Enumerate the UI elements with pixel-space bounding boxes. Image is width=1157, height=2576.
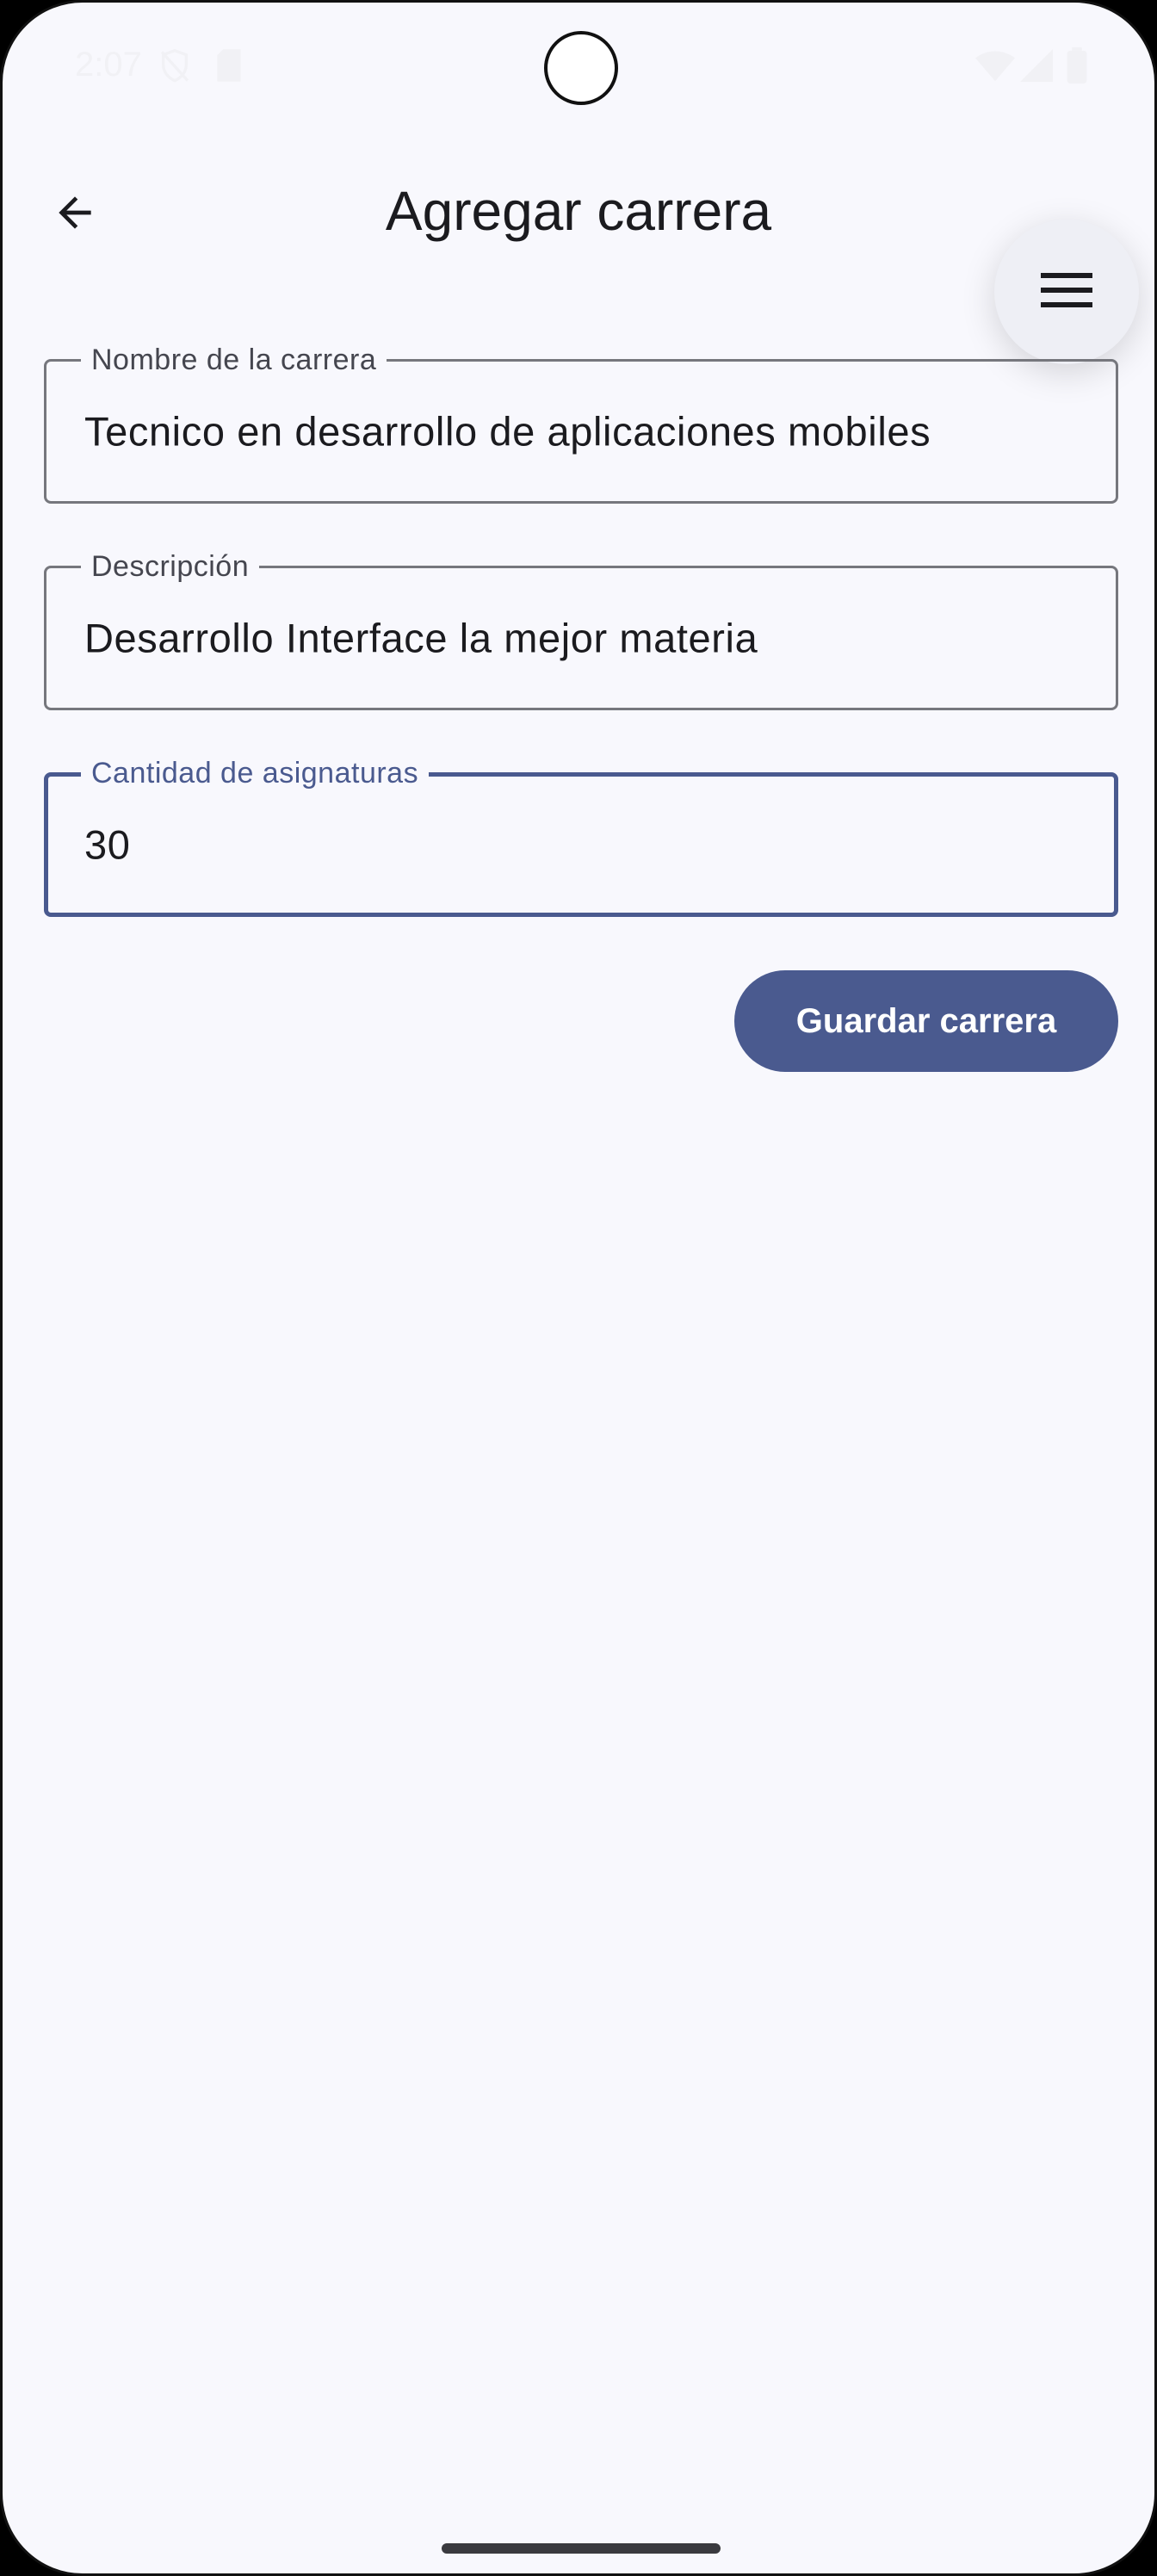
menu-button[interactable] bbox=[994, 220, 1139, 364]
phone-screen: 2:07 Agregar carrera Nombre de la carrer… bbox=[0, 0, 1157, 2576]
career-name-label: Nombre de la carrera bbox=[81, 341, 387, 379]
subjects-count-value: 30 bbox=[84, 821, 131, 868]
description-label: Descripción bbox=[81, 548, 260, 585]
description-field[interactable]: Descripción Desarrollo Interface la mejo… bbox=[44, 548, 1118, 710]
career-name-field[interactable]: Nombre de la carrera Tecnico en desarrol… bbox=[44, 341, 1118, 504]
camera-cutout bbox=[544, 31, 618, 105]
page-title: Agregar carrera bbox=[385, 180, 772, 242]
menu-icon bbox=[1041, 271, 1092, 313]
home-indicator[interactable] bbox=[442, 2543, 721, 2554]
career-name-value: Tecnico en desarrollo de aplicaciones mo… bbox=[84, 408, 931, 455]
battery-icon bbox=[1067, 47, 1087, 88]
subjects-count-label: Cantidad de asignaturas bbox=[81, 754, 430, 792]
subjects-count-field[interactable]: Cantidad de asignaturas 30 bbox=[44, 754, 1118, 917]
save-career-button[interactable]: Guardar carrera bbox=[734, 970, 1118, 1072]
sd-card-icon bbox=[214, 47, 244, 88]
shield-off-icon bbox=[158, 47, 192, 90]
signal-icon bbox=[1020, 49, 1053, 86]
status-time: 2:07 bbox=[75, 46, 142, 84]
wifi-icon bbox=[975, 51, 1015, 86]
description-value: Desarrollo Interface la mejor materia bbox=[84, 615, 758, 661]
